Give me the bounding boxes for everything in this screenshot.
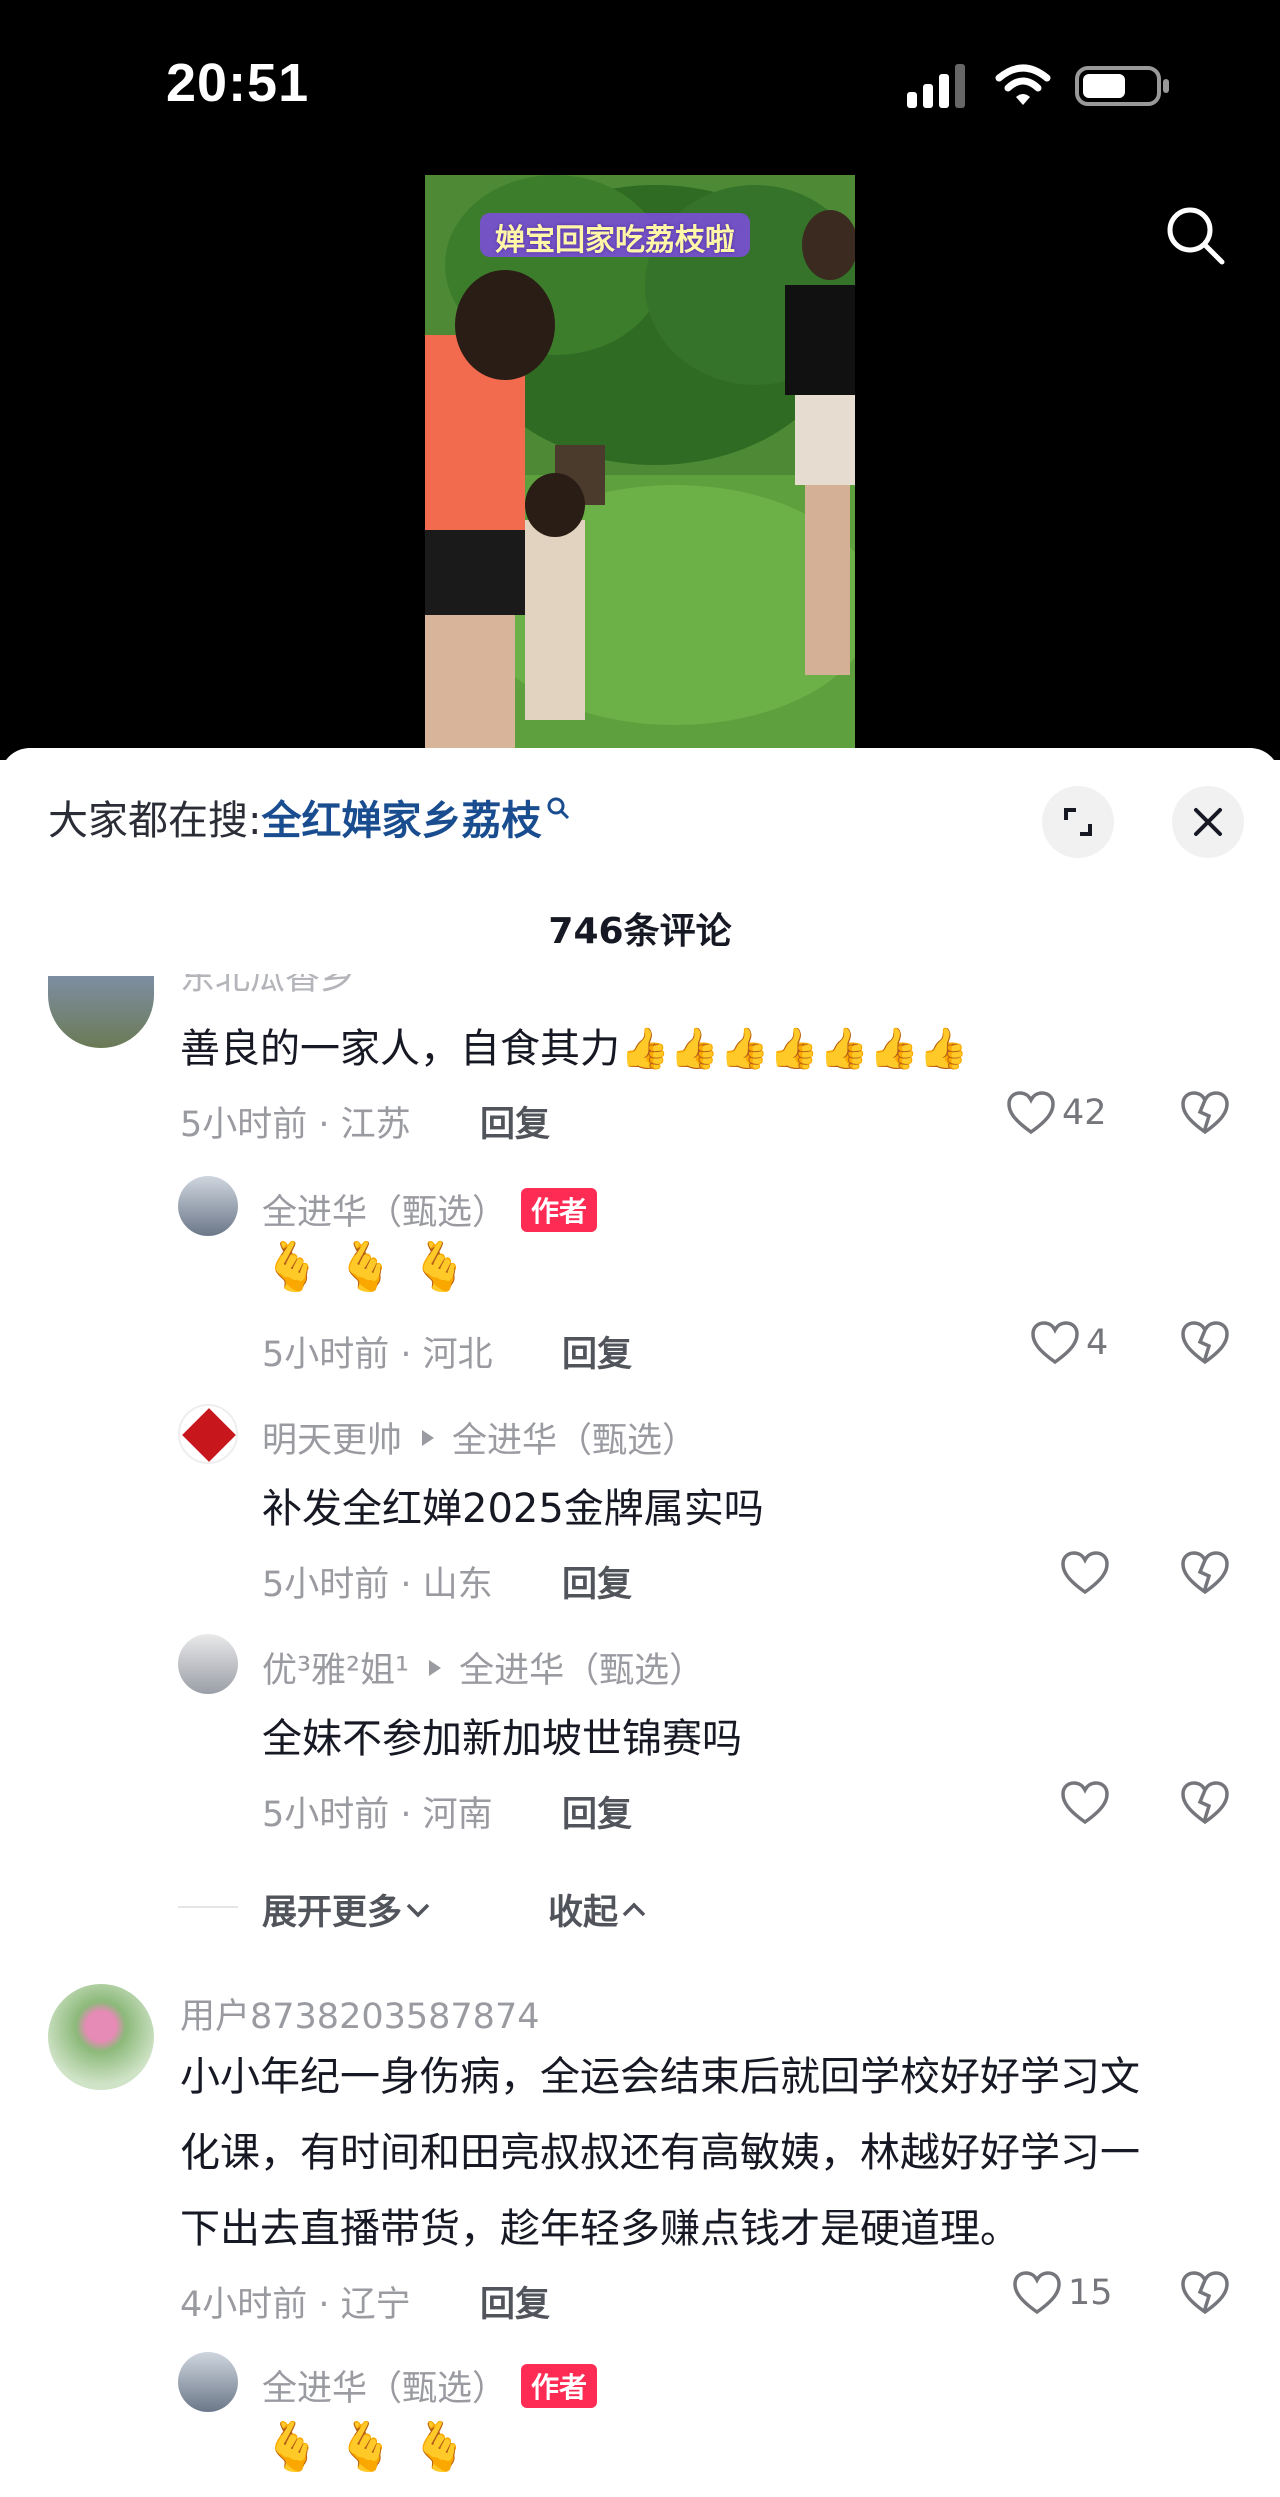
cellular-signal-icon	[907, 64, 965, 108]
close-icon	[1194, 808, 1222, 836]
reply-button[interactable]: 回复	[562, 1326, 632, 1377]
reply-target: 全进华（甄选）	[452, 1421, 698, 1461]
heart-icon	[1013, 2271, 1061, 2315]
video-caption: 婵宝回家吃荔枝啦	[495, 223, 735, 258]
author-badge: 作者	[521, 2363, 598, 2408]
expand-more-button[interactable]: 展开更多	[262, 1884, 434, 1935]
wifi-icon	[995, 64, 1051, 105]
status-time: 20:51	[166, 53, 310, 113]
like-button[interactable]: 42	[1006, 1090, 1107, 1136]
heart-icon	[1031, 1321, 1079, 1365]
broken-heart-icon[interactable]	[1180, 2270, 1230, 2316]
broken-heart-icon[interactable]	[1180, 1550, 1230, 1596]
thread-divider	[178, 1906, 238, 1908]
reply-username[interactable]: 优³雅²姐¹ 全进华（甄选）	[262, 1642, 704, 1693]
collapse-button[interactable]: 收起	[548, 1884, 650, 1935]
broken-heart-icon[interactable]	[1180, 1320, 1230, 1366]
expand-more-label: 展开更多	[262, 1893, 403, 1933]
search-icon[interactable]	[1160, 200, 1230, 270]
comment-text-line: 化课，有时间和田亮叔叔还有高敏姨，林越好好学习一	[180, 2130, 1140, 2176]
like-button[interactable]: 15	[1012, 2270, 1113, 2316]
reply-text: 🫰🫰🫰	[262, 1239, 484, 1295]
battery-icon	[1075, 66, 1169, 106]
reply-button[interactable]: 回复	[480, 2276, 550, 2327]
comment-meta: 5小时前 · 山东	[262, 1565, 493, 1605]
trending-query-link[interactable]: 全红婵家乡荔枝	[261, 788, 541, 846]
reply-username[interactable]: 全进华（甄选） 作者	[262, 2360, 598, 2411]
heart-icon	[1007, 1091, 1055, 1135]
chevron-up-icon	[622, 1902, 646, 1916]
broken-heart-icon[interactable]	[1180, 1780, 1230, 1826]
reply-username-text: 优³雅²姐¹	[262, 1651, 410, 1691]
play-arrow-icon	[429, 1659, 442, 1676]
reply-text: 补发全红婵2025金牌属实吗	[262, 1486, 764, 1532]
reply-username-text: 全进华（甄选）	[262, 1193, 508, 1233]
reply-username[interactable]: 全进华（甄选） 作者	[262, 1184, 598, 1235]
avatar[interactable]	[178, 2352, 238, 2412]
like-count: 15	[1068, 2273, 1113, 2313]
author-badge: 作者	[521, 1187, 598, 1232]
collapse-label: 收起	[548, 1893, 619, 1933]
like-count: 4	[1086, 1323, 1109, 1363]
expand-button[interactable]	[1042, 786, 1114, 858]
comment-text: 善良的一家人，自食其力👍👍👍👍👍👍👍	[180, 1026, 969, 1072]
reply-button[interactable]: 回复	[480, 1096, 550, 1147]
video-thumbnail[interactable]: 婵宝回家吃荔枝啦	[425, 175, 855, 760]
avatar[interactable]	[48, 976, 154, 1048]
avatar[interactable]	[48, 1984, 154, 2090]
avatar[interactable]	[178, 1176, 238, 1236]
comment-username[interactable]: 用户8738203587874	[180, 1988, 540, 2039]
chevron-down-icon	[406, 1903, 430, 1917]
close-button[interactable]	[1172, 786, 1244, 858]
video-frame	[425, 175, 855, 760]
comment-meta: 5小时前 · 河北	[262, 1335, 493, 1375]
comment-meta: 5小时前 · 江苏	[180, 1105, 411, 1145]
comment-meta: 4小时前 · 辽宁	[180, 2285, 411, 2325]
comment-text-line: 下出去直播带货，趁年轻多赚点钱才是硬道理。	[180, 2206, 1020, 2252]
reply-username[interactable]: 明天更帅 全进华（甄选）	[262, 1412, 697, 1463]
reply-username-text: 明天更帅	[262, 1421, 403, 1461]
comment-sheet: 大家都在搜: 全红婵家乡荔枝 746条评论 东北瓜香乡 善良的一家人，自食其力👍…	[0, 748, 1280, 2497]
like-button[interactable]: 4	[1030, 1320, 1108, 1366]
comment-username[interactable]: 东北瓜香乡	[180, 974, 355, 998]
video-area: 20:51 婵宝回家吃荔枝啦	[0, 0, 1280, 760]
expand-icon	[1064, 808, 1092, 836]
trending-prefix: 大家都在搜:	[48, 798, 262, 844]
play-arrow-icon	[422, 1429, 435, 1446]
reply-username-text: 全进华（甄选）	[262, 2369, 508, 2409]
broken-heart-icon[interactable]	[1180, 1090, 1230, 1136]
like-count: 42	[1062, 1093, 1107, 1133]
comment-count: 746条评论	[548, 911, 732, 952]
heart-icon[interactable]	[1060, 1780, 1110, 1826]
small-search-icon	[547, 797, 570, 820]
avatar[interactable]	[178, 1634, 238, 1694]
reply-button[interactable]: 回复	[562, 1556, 632, 1607]
heart-icon[interactable]	[1060, 1550, 1110, 1596]
reply-text: 全妹不参加新加坡世锦赛吗	[262, 1716, 742, 1762]
comment-text-line: 小小年纪一身伤病，全运会结束后就回学校好好学习文	[180, 2054, 1140, 2100]
avatar[interactable]	[178, 1404, 238, 1464]
comment-meta: 5小时前 · 河南	[262, 1795, 493, 1835]
reply-text: 🫰🫰🫰	[262, 2419, 484, 2475]
reply-target: 全进华（甄选）	[459, 1651, 705, 1691]
reply-button[interactable]: 回复	[562, 1786, 632, 1837]
trending-search[interactable]: 大家都在搜: 全红婵家乡荔枝	[48, 788, 571, 846]
